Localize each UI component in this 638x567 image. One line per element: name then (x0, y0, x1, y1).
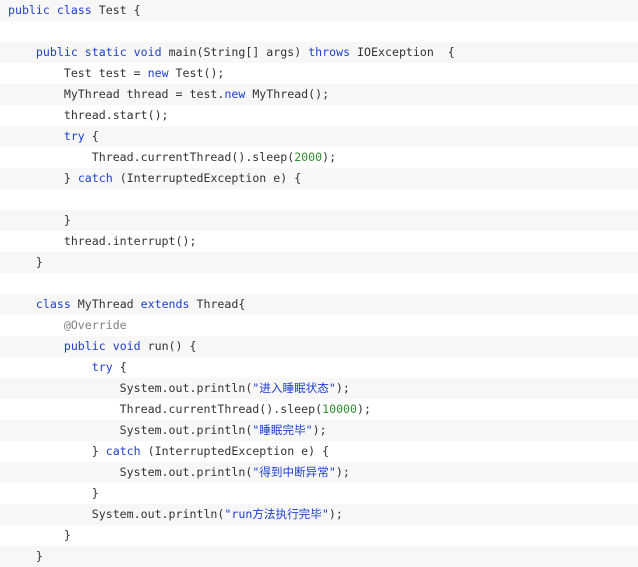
code-token: ); (322, 150, 337, 164)
code-token-str: "run方法执行完毕" (224, 507, 329, 521)
code-line: } (0, 546, 638, 567)
code-token: } (8, 444, 106, 458)
code-line (0, 189, 638, 210)
code-token: Test { (91, 3, 141, 17)
code-line: MyThread thread = test.new MyThread(); (0, 84, 638, 105)
code-token-kw: class (35, 297, 71, 311)
code-token: ); (335, 381, 350, 395)
code-block: public class Test { public static void m… (0, 0, 638, 567)
code-token: thread.start(); (8, 108, 169, 122)
code-line: public static void main(String[] args) t… (0, 42, 638, 63)
code-token-kw: catch (105, 444, 141, 458)
code-token: } (8, 549, 43, 563)
code-token-str: "得到中断异常" (252, 465, 336, 479)
code-line: System.out.println("进入睡眠状态"); (0, 378, 638, 399)
code-token-kw: try (63, 129, 85, 143)
code-token: System.out.println( (8, 423, 253, 437)
code-token-kw: class (56, 3, 92, 17)
code-token: thread.interrupt(); (8, 234, 197, 248)
code-token-kw: public (8, 3, 50, 17)
code-token: } (8, 486, 99, 500)
code-token: MyThread (70, 297, 141, 311)
code-token-kw: void (133, 45, 162, 59)
code-token-kw: public (35, 45, 78, 59)
code-line: Test test = new Test(); (0, 63, 638, 84)
code-token-kw: throws (308, 45, 351, 59)
code-token-kw: catch (77, 171, 113, 185)
code-line: } (0, 483, 638, 504)
code-token: run() { (140, 339, 197, 353)
code-token: (InterruptedException e) { (140, 444, 330, 458)
code-token: } (8, 255, 43, 269)
code-token-str: "睡眠完毕" (252, 423, 313, 437)
code-line: } catch (InterruptedException e) { (0, 441, 638, 462)
code-line: @Override (0, 315, 638, 336)
code-line: } (0, 252, 638, 273)
code-line: try { (0, 357, 638, 378)
code-token: { (112, 360, 127, 374)
code-token: System.out.println( (8, 507, 225, 521)
code-line: System.out.println("得到中断异常"); (0, 462, 638, 483)
code-line: System.out.println("睡眠完毕"); (0, 420, 638, 441)
code-token: Test(); (168, 66, 225, 80)
code-line: System.out.println("run方法执行完毕"); (0, 504, 638, 525)
code-line: public class Test { (0, 0, 638, 21)
code-token: System.out.println( (8, 465, 253, 479)
code-line (0, 273, 638, 294)
code-token: MyThread(); (245, 87, 330, 101)
code-token: (InterruptedException e) { (112, 171, 302, 185)
code-line: class MyThread extends Thread{ (0, 294, 638, 315)
code-token: { (84, 129, 99, 143)
code-line: thread.interrupt(); (0, 231, 638, 252)
code-line (0, 21, 638, 42)
code-line: } (0, 210, 638, 231)
code-token-num: 2000 (294, 150, 323, 164)
code-token-kw: try (91, 360, 113, 374)
code-line: try { (0, 126, 638, 147)
code-token: MyThread thread = test. (8, 87, 225, 101)
code-token-kw: public (63, 339, 106, 353)
code-token-kw: extends (140, 297, 190, 311)
code-line: } catch (InterruptedException e) { (0, 168, 638, 189)
code-token-kw: new (147, 66, 169, 80)
code-token-str: "进入睡眠状态" (252, 381, 336, 395)
code-token: ); (328, 507, 343, 521)
code-token: ); (312, 423, 327, 437)
code-token: main(String[] args) (161, 45, 309, 59)
code-line: } (0, 525, 638, 546)
code-token-kw: static (84, 45, 127, 59)
code-token: } (8, 528, 71, 542)
code-token-num: 10000 (322, 402, 358, 416)
code-line: Thread.currentThread().sleep(2000); (0, 147, 638, 168)
code-token-kw: new (224, 87, 246, 101)
code-token: ); (357, 402, 371, 416)
code-token: } (8, 171, 78, 185)
code-token: IOException { (350, 45, 455, 59)
code-token-ann: @Override (63, 318, 127, 332)
code-line: public void run() { (0, 336, 638, 357)
code-line: Thread.currentThread().sleep(10000); (0, 399, 638, 420)
code-line: thread.start(); (0, 105, 638, 126)
code-token: } (8, 213, 71, 227)
code-token: System.out.println( (8, 381, 253, 395)
code-token: Thread.currentThread().sleep( (8, 402, 323, 416)
code-token: Test test = (8, 66, 148, 80)
code-token: Thread.currentThread().sleep( (8, 150, 295, 164)
code-token: ); (335, 465, 350, 479)
code-token-kw: void (112, 339, 141, 353)
code-token: Thread{ (189, 297, 246, 311)
